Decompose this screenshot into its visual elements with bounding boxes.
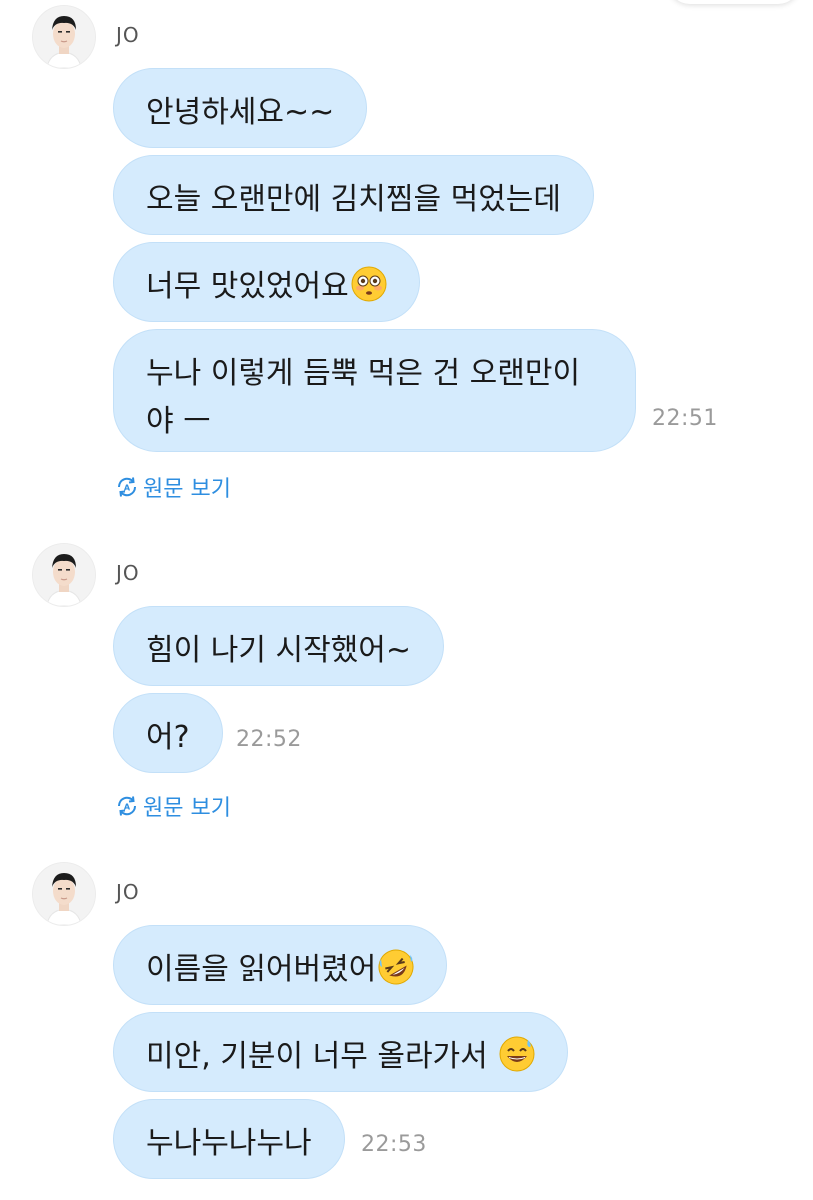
svg-text:A: A	[124, 803, 131, 812]
message-bubble[interactable]: 너무 맛있었어요	[113, 242, 420, 322]
sender-row: JO	[33, 543, 140, 607]
view-original-label: 원문 보기	[143, 477, 231, 502]
message-text: 힘이 나기 시작했어~	[146, 633, 412, 668]
message-bubble[interactable]: 누나누나누나	[113, 1099, 345, 1179]
sender-name: JO	[116, 880, 140, 904]
svg-text:A: A	[124, 484, 131, 493]
message-bubble[interactable]: 누나 이렇게 듬뿍 먹은 건 오랜만이야 ㅡ	[113, 329, 636, 452]
flushed-face-emoji	[351, 266, 387, 302]
message-bubble[interactable]: 미안, 기분이 너무 올라가서	[113, 1012, 569, 1092]
avatar[interactable]	[33, 544, 95, 606]
sender-row: JO	[33, 862, 140, 926]
message-bubble[interactable]: 오늘 오랜만에 김치찜을 먹었는데	[113, 155, 595, 235]
message-time: 22:51	[652, 406, 718, 431]
message-bubble[interactable]: 안녕하세요~~	[113, 68, 368, 148]
sender-name: JO	[116, 23, 140, 47]
message-bubble[interactable]: 어?	[113, 693, 223, 773]
translate-icon: A	[115, 475, 139, 499]
message-text: 어?	[146, 720, 190, 755]
message-bubble[interactable]: 힘이 나기 시작했어~	[113, 606, 445, 686]
grinning-sweat-emoji	[499, 1036, 535, 1072]
avatar[interactable]	[33, 863, 95, 925]
message-bubble[interactable]: 이름을 읽어버렸어	[113, 925, 448, 1005]
message-time: 22:52	[236, 727, 302, 752]
view-original-label: 원문 보기	[143, 796, 231, 821]
message-text: 누나누나누나	[146, 1126, 312, 1161]
translate-icon: A	[115, 794, 139, 818]
message-text: 이름을 읽어버렸어	[146, 952, 377, 987]
sender-name: JO	[116, 561, 140, 585]
message-text: 안녕하세요~~	[146, 95, 335, 130]
avatar[interactable]	[33, 6, 95, 68]
message-time: 22:53	[361, 1132, 427, 1157]
view-original-link[interactable]: A 원문 보기	[115, 471, 231, 503]
message-text: 너무 맛있었어요	[146, 269, 349, 304]
view-original-link[interactable]: A 원문 보기	[115, 790, 231, 822]
message-text: 오늘 오랜만에 김치찜을 먹었는데	[146, 182, 562, 217]
sender-row: JO	[33, 5, 140, 69]
message-text: 누나 이렇게 듬뿍 먹은 건 오랜만이야 ㅡ	[146, 356, 581, 439]
message-text: 미안, 기분이 너무 올라가서	[146, 1039, 498, 1074]
rolling-laughing-emoji	[378, 949, 414, 985]
top-search-pill[interactable]	[668, 0, 800, 4]
